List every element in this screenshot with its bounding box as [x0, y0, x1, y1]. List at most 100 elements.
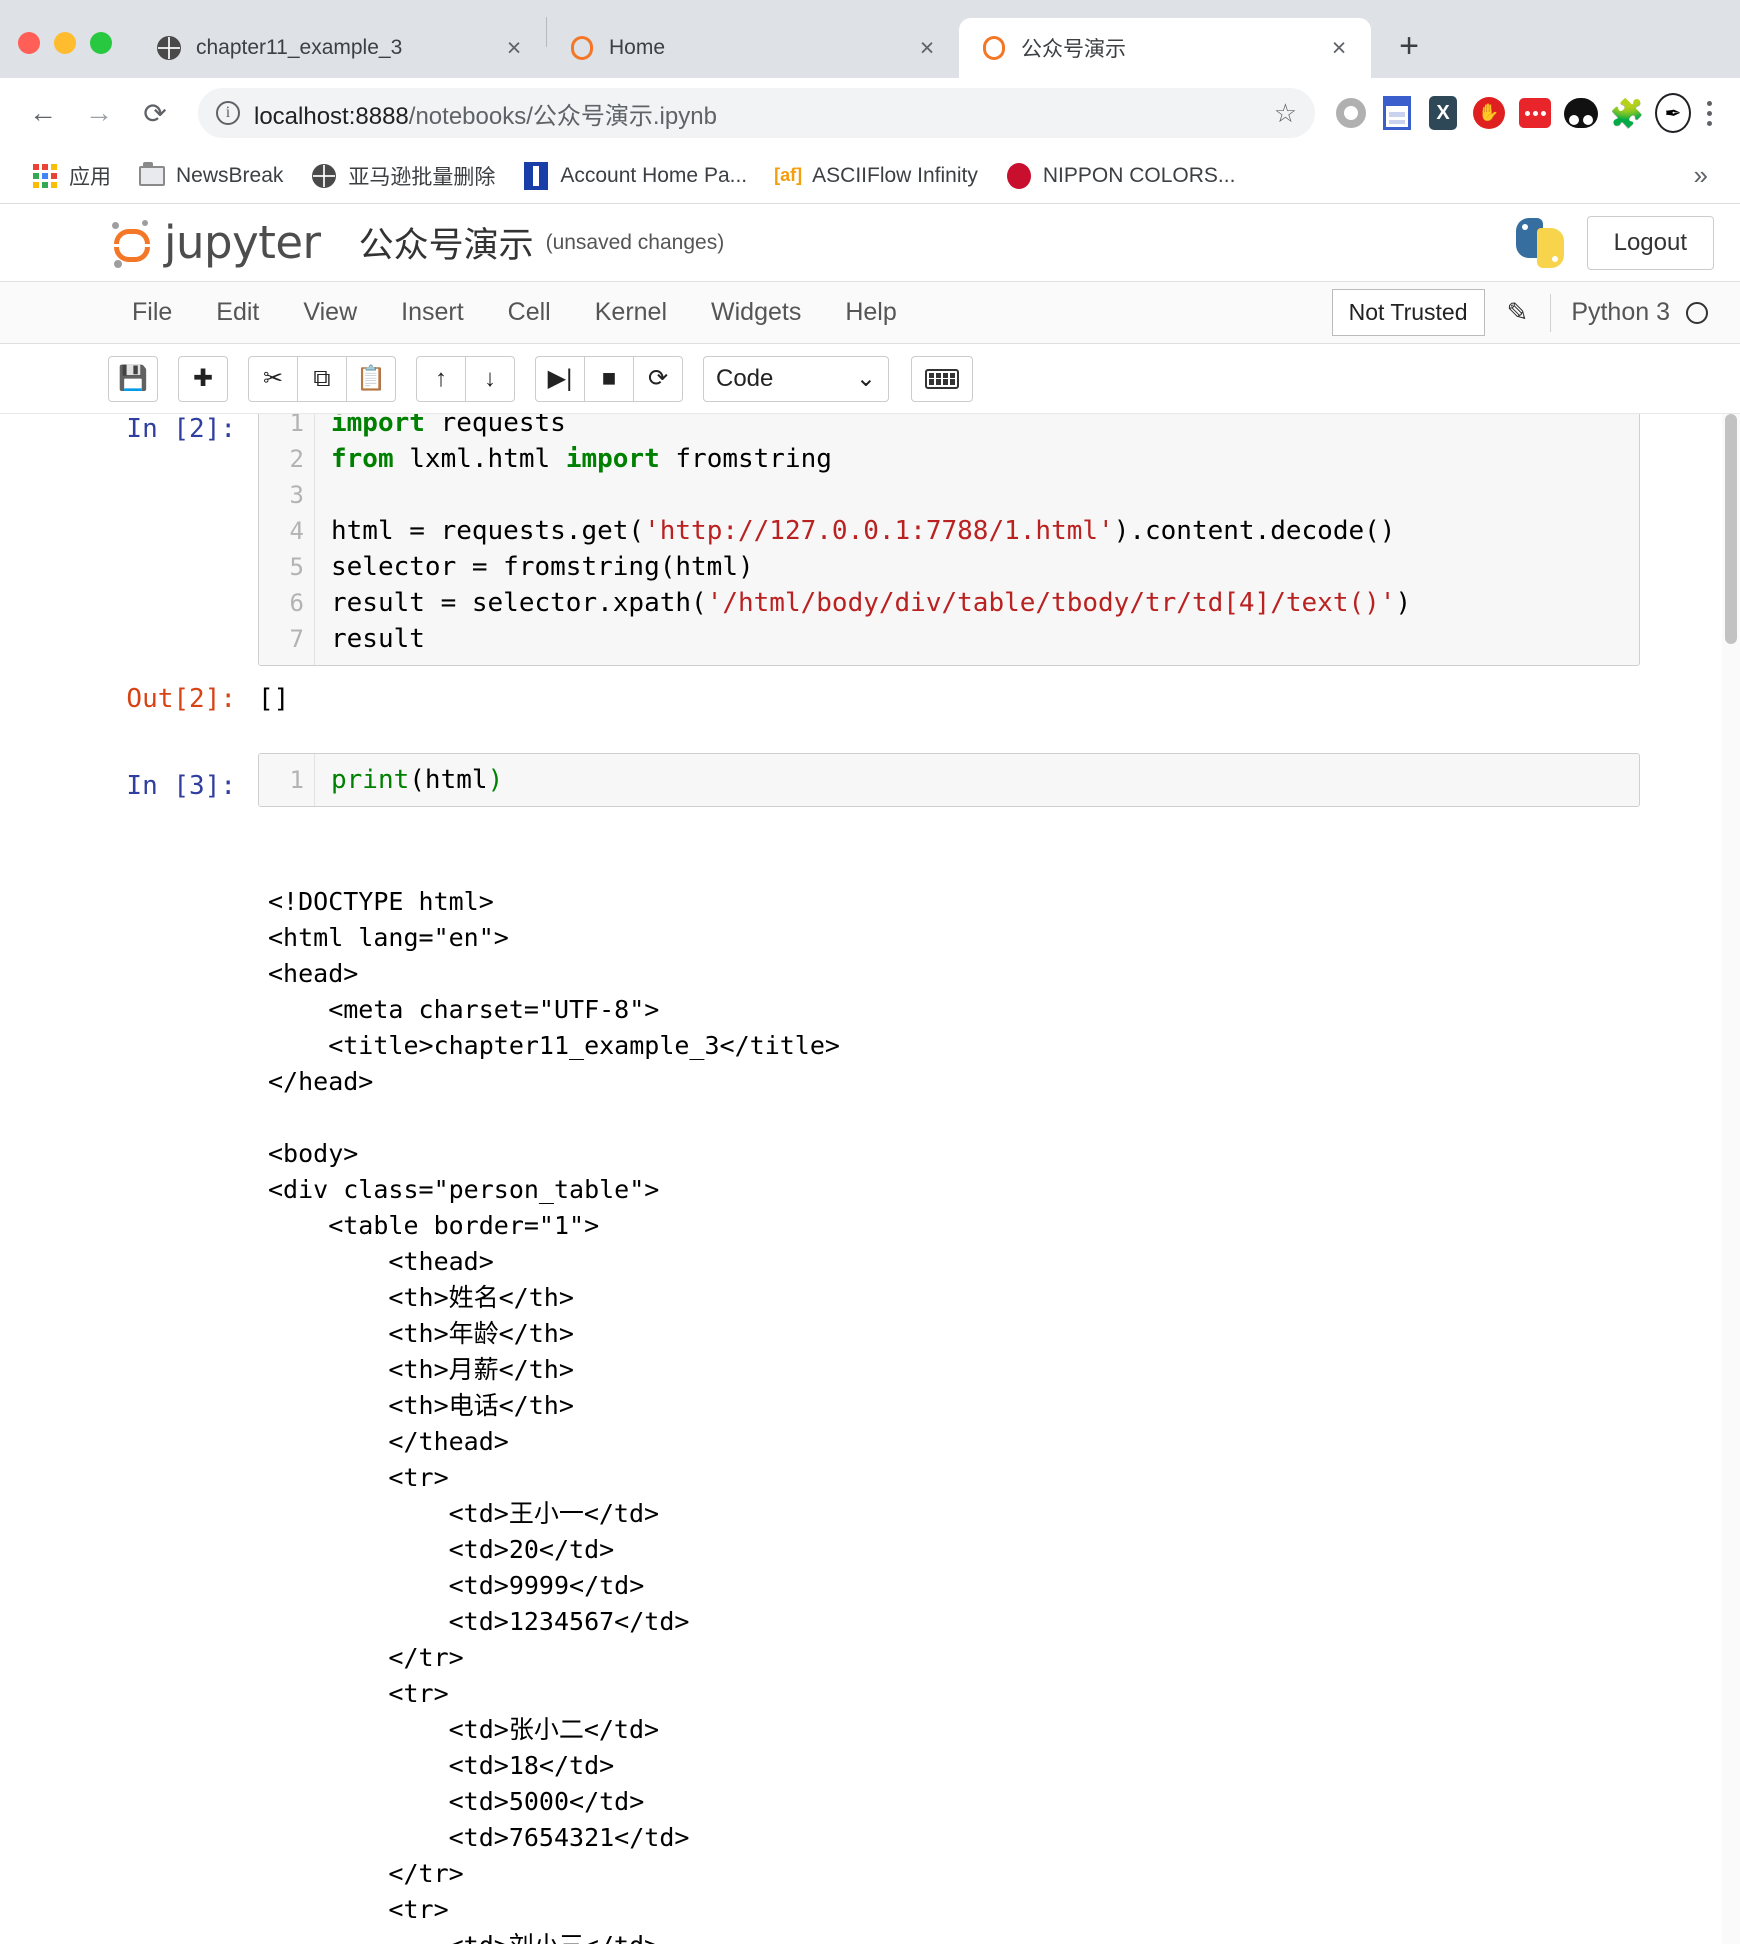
cell-type-select[interactable]: Code ⌄ — [703, 356, 889, 402]
logout-button[interactable]: Logout — [1587, 216, 1714, 270]
python-logo-icon — [1513, 216, 1567, 270]
bookmarks-overflow-icon[interactable]: » — [1680, 160, 1722, 191]
restart-icon[interactable]: ⟳ — [633, 356, 683, 402]
run-icon[interactable]: ▶| — [535, 356, 585, 402]
feather-blocked-icon[interactable]: ✒ — [1655, 95, 1691, 131]
bookmark-amazon-bulk-delete[interactable]: 亚马逊批量删除 — [297, 155, 509, 197]
cell-body: 1 2 3 4 5 6 7 import requestsfrom lxml.h… — [258, 414, 1640, 666]
jupyter-logo[interactable]: jupyter — [110, 216, 321, 269]
tab-close-icon[interactable]: × — [913, 34, 941, 62]
menu-help[interactable]: Help — [823, 288, 918, 337]
bookmark-account-home-page[interactable]: Account Home Pa... — [509, 157, 761, 195]
reload-icon[interactable]: ⟳ — [130, 88, 180, 138]
code-source[interactable]: import requestsfrom lxml.html import fro… — [315, 414, 1639, 665]
line-number-gutter: 1 2 3 4 5 6 7 — [259, 414, 315, 665]
tab-title: Home — [609, 36, 899, 60]
notebook-cell-in-2[interactable]: In [2]: 1 2 3 4 5 6 7 import requestsfro… — [100, 414, 1640, 666]
code-line — [331, 477, 1639, 513]
jupyter-menubar: File Edit View Insert Cell Kernel Widget… — [0, 282, 1740, 344]
bookmark-label: NIPPON COLORS... — [1043, 164, 1236, 188]
code-line: from lxml.html import fromstring — [331, 441, 1639, 477]
tab-title: chapter11_example_3 — [196, 36, 486, 60]
url-text: localhost:8888/notebooks/公众号演示.ipynb — [254, 96, 1260, 131]
kernel-idle-icon — [1686, 302, 1708, 324]
copy-icon[interactable]: ⧉ — [297, 356, 347, 402]
bookmark-newsbreak[interactable]: NewsBreak — [125, 157, 297, 195]
new-tab-button[interactable]: + — [1383, 20, 1435, 72]
bookmark-label: Account Home Pa... — [560, 164, 747, 188]
menu-widgets[interactable]: Widgets — [689, 288, 823, 337]
window-close-button[interactable] — [18, 32, 40, 54]
x-extension-icon[interactable]: X — [1425, 95, 1461, 131]
line-number: 7 — [259, 621, 304, 657]
adblock-stop-icon[interactable]: ✋ — [1471, 95, 1507, 131]
menu-file[interactable]: File — [110, 288, 194, 337]
notebook-name[interactable]: 公众号演示 — [359, 217, 534, 268]
toolbar-group-insert: ✚ — [178, 356, 228, 402]
menu-insert[interactable]: Insert — [379, 288, 486, 337]
arrow-up-icon[interactable]: ↑ — [416, 356, 466, 402]
plus-icon[interactable]: ✚ — [178, 356, 228, 402]
notebook-cell-in-3[interactable]: In [3]: 1 print(html) — [100, 753, 1640, 807]
menubar-right: Not Trusted ✎ Python 3 — [1332, 289, 1714, 336]
save-status: (unsaved changes) — [546, 231, 725, 255]
paste-icon[interactable]: 📋 — [346, 356, 396, 402]
arrow-down-icon[interactable]: ↓ — [465, 356, 515, 402]
trust-badge[interactable]: Not Trusted — [1332, 289, 1485, 336]
menu-view[interactable]: View — [281, 288, 379, 337]
circle-extension-icon[interactable] — [1333, 95, 1369, 131]
browser-menu-icon[interactable] — [1697, 101, 1722, 126]
code-source[interactable]: print(html) — [315, 754, 1639, 806]
save-icon[interactable]: 💾 — [108, 356, 158, 402]
scissors-icon[interactable]: ✂ — [248, 356, 298, 402]
back-icon[interactable]: ← — [18, 88, 68, 138]
red-circle-icon — [1006, 163, 1032, 189]
site-info-icon[interactable]: i — [216, 101, 240, 125]
browser-tab-gongzhonghao-yanshi[interactable]: 公众号演示 × — [959, 18, 1371, 78]
code-line: result = selector.xpath('/html/body/div/… — [331, 585, 1639, 621]
puzzle-piece-icon[interactable]: 🧩 — [1609, 95, 1645, 131]
menu-cell[interactable]: Cell — [486, 288, 573, 337]
reader-extension-icon[interactable] — [1379, 95, 1415, 131]
scrollbar-thumb[interactable] — [1725, 414, 1737, 644]
address-bar[interactable]: i localhost:8888/notebooks/公众号演示.ipynb ☆ — [198, 88, 1315, 138]
keyboard-icon[interactable] — [911, 356, 973, 402]
browser-tab-home[interactable]: Home × — [547, 18, 959, 78]
browser-tab-chapter11-example-3[interactable]: chapter11_example_3 × — [134, 18, 546, 78]
browser-chrome: chapter11_example_3 × Home × 公众号演示 × + ←… — [0, 0, 1740, 204]
tab-title: 公众号演示 — [1021, 33, 1311, 63]
stream-output-text: <!DOCTYPE html> <html lang="en"> <head> … — [258, 884, 840, 1944]
browser-tabstrip: chapter11_example_3 × Home × 公众号演示 × + — [0, 0, 1740, 78]
url-path: /notebooks/公众号演示.ipynb — [409, 103, 717, 130]
bookmark-asciiflow-infinity[interactable]: [af] ASCIIFlow Infinity — [761, 157, 992, 195]
jupyter-logo-icon — [110, 220, 154, 266]
edit-pencil-icon[interactable]: ✎ — [1485, 297, 1551, 328]
window-maximize-button[interactable] — [90, 32, 112, 54]
chevron-down-icon: ⌄ — [856, 364, 876, 393]
menu-kernel[interactable]: Kernel — [573, 288, 689, 337]
bookmark-star-icon[interactable]: ☆ — [1274, 98, 1297, 129]
af-icon: [af] — [775, 163, 801, 189]
red-dots-extension-icon[interactable] — [1517, 95, 1553, 131]
tab-close-icon[interactable]: × — [1325, 34, 1353, 62]
bookmark-apps[interactable]: 应用 — [18, 155, 125, 197]
code-line: import requests — [331, 414, 1639, 441]
globe-icon — [311, 163, 337, 189]
bookmark-nippon-colors[interactable]: NIPPON COLORS... — [992, 157, 1250, 195]
notebook-scrollbar[interactable] — [1722, 414, 1740, 1944]
tab-close-icon[interactable]: × — [500, 34, 528, 62]
forward-icon[interactable]: → — [74, 88, 124, 138]
notebook-stream-output: <!DOCTYPE html> <html lang="en"> <head> … — [100, 859, 1640, 1944]
stop-icon[interactable]: ■ — [584, 356, 634, 402]
window-minimize-button[interactable] — [54, 32, 76, 54]
jupyter-header-right: Logout — [1513, 216, 1714, 270]
output-body: [] — [258, 666, 1640, 719]
eyes-extension-icon[interactable] — [1563, 95, 1599, 131]
menu-edit[interactable]: Edit — [194, 288, 281, 337]
code-line: selector = fromstring(html) — [331, 549, 1639, 585]
bookmark-label: ASCIIFlow Infinity — [812, 164, 978, 188]
kernel-name: Python 3 — [1551, 298, 1686, 327]
code-editor[interactable]: 1 print(html) — [258, 753, 1640, 807]
line-number: 4 — [259, 513, 304, 549]
code-editor[interactable]: 1 2 3 4 5 6 7 import requestsfrom lxml.h… — [258, 414, 1640, 666]
